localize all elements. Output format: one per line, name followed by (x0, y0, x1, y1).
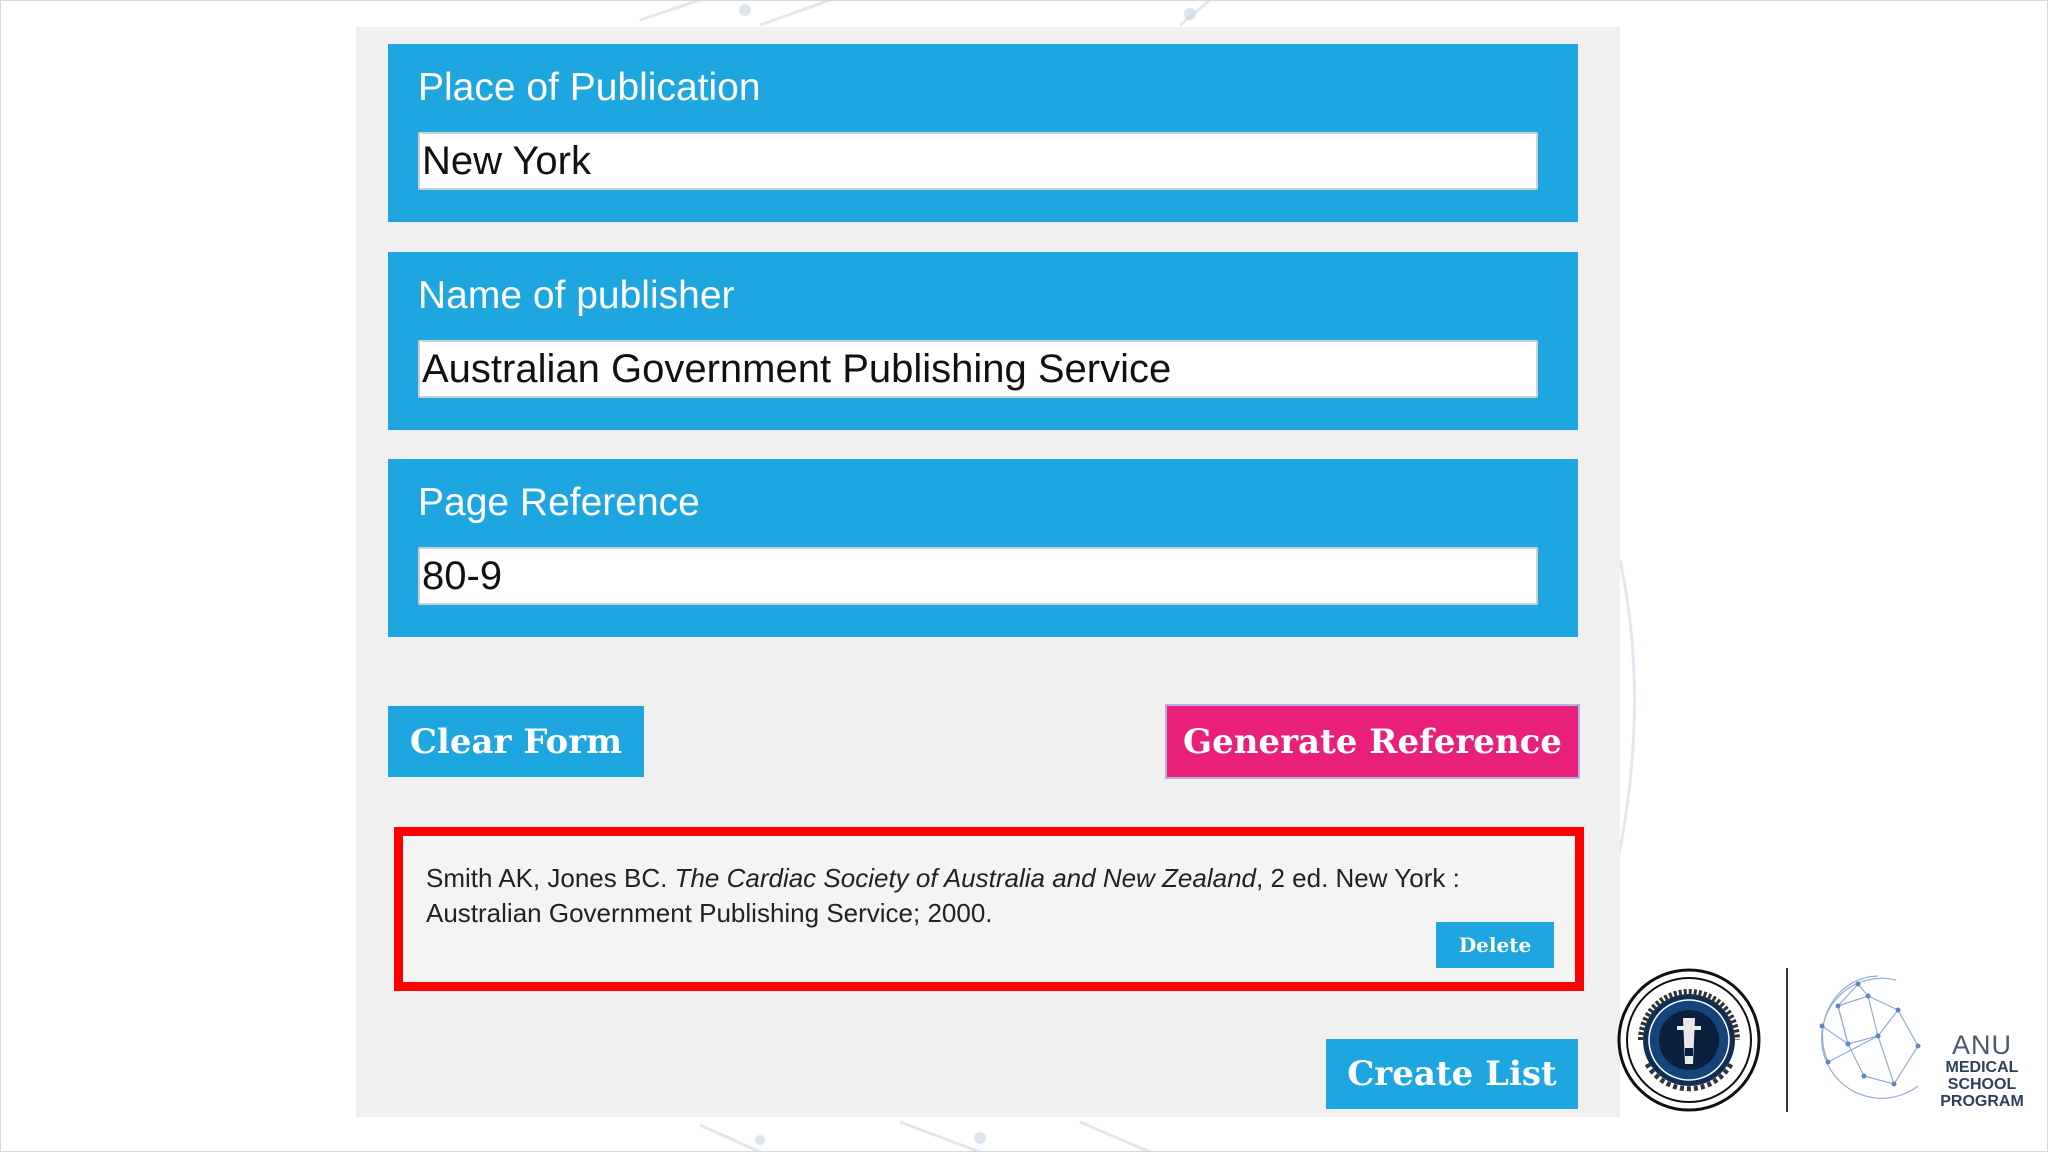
anu-wordmark-line2: MEDICAL (1945, 1059, 2019, 1076)
globe-network-icon (1819, 975, 1921, 1099)
generate-reference-button[interactable]: Generate Reference (1167, 706, 1578, 777)
place-of-publication-label: Place of Publication (418, 66, 761, 109)
page-reference-label: Page Reference (418, 481, 700, 524)
university-seal-logo (1617, 968, 1761, 1112)
delete-reference-button[interactable]: Delete (1436, 922, 1554, 968)
reference-title: The Cardiac Society of Australia and New… (674, 863, 1257, 893)
publisher-name-section: Name of publisher (388, 252, 1578, 430)
publisher-name-label: Name of publisher (418, 274, 735, 317)
anu-wordmark-line4: PROGRAM (1940, 1093, 2024, 1110)
anu-wordmark: ANU MEDICAL SCHOOL PROGRAM (1936, 1032, 2028, 1110)
page-reference-section: Page Reference (388, 459, 1578, 637)
place-of-publication-section: Place of Publication (388, 44, 1578, 222)
generated-reference-text: Smith AK, Jones BC. The Cardiac Society … (426, 861, 1556, 931)
generated-reference-card: Smith AK, Jones BC. The Cardiac Society … (394, 827, 1584, 991)
logo-divider (1786, 968, 1788, 1112)
place-of-publication-input[interactable] (418, 132, 1538, 190)
clear-form-button[interactable]: Clear Form (388, 706, 644, 777)
page-reference-input[interactable] (418, 547, 1538, 605)
publisher-name-input[interactable] (418, 340, 1538, 398)
anu-wordmark-line3: SCHOOL (1947, 1076, 2017, 1093)
reference-authors: Smith AK, Jones BC. (426, 863, 668, 893)
anu-medical-school-logo: ANU MEDICAL SCHOOL PROGRAM (1808, 966, 2028, 1116)
anu-wordmark-line1: ANU (1951, 1030, 2012, 1060)
create-list-button[interactable]: Create List (1326, 1039, 1578, 1109)
